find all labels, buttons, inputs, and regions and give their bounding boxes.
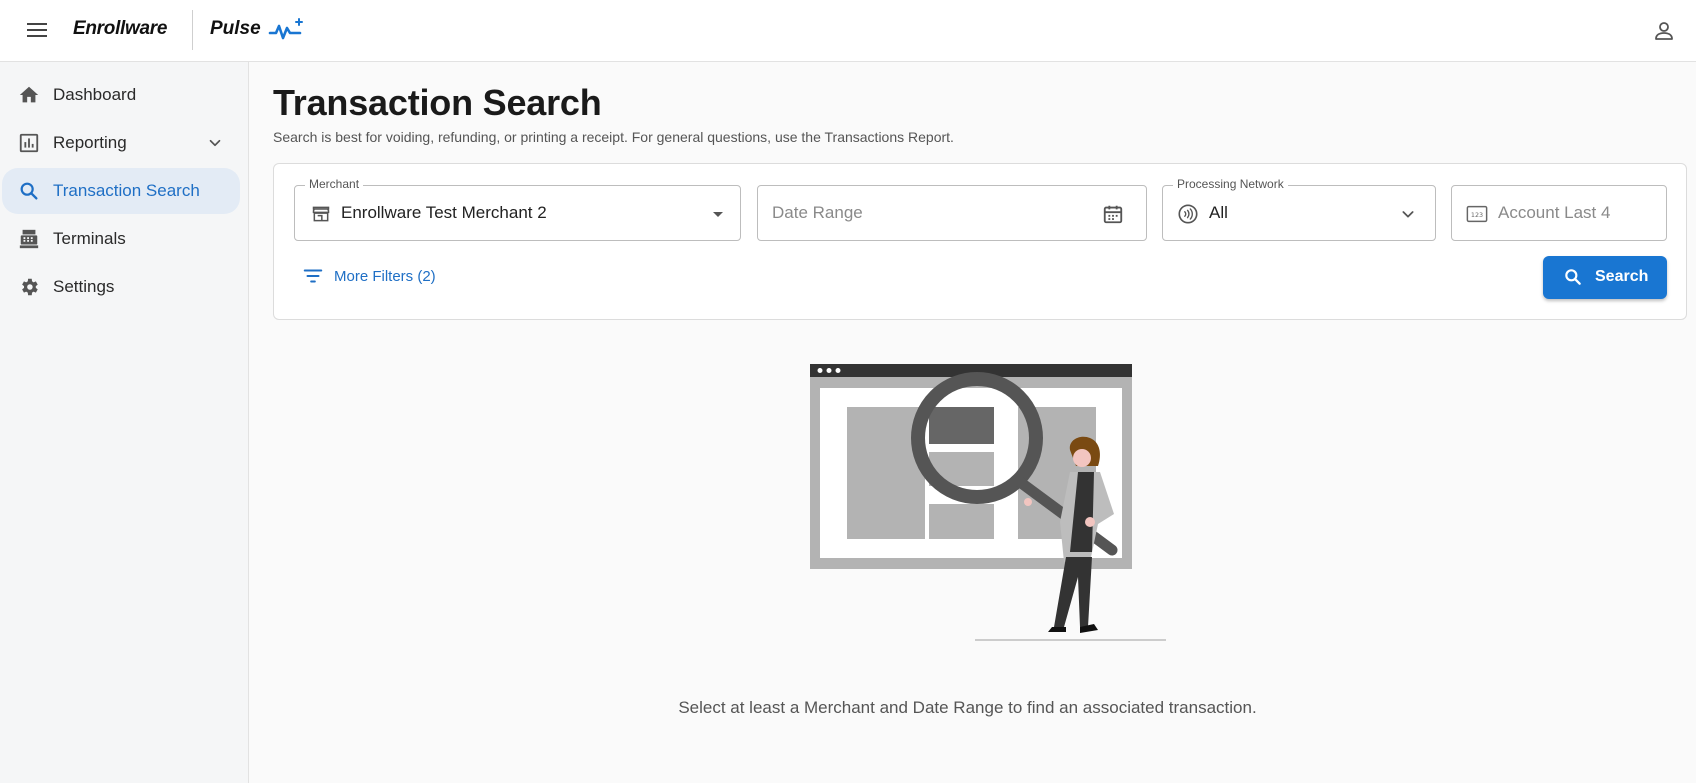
contactless-icon [1178,204,1198,224]
processing-network-select[interactable]: Processing Network All [1162,177,1436,241]
hamburger-menu-icon[interactable] [24,19,50,41]
account-last4-placeholder: Account Last 4 [1498,203,1611,222]
search-button-label: Search [1595,268,1649,285]
empty-state-text: Select at least a Merchant and Date Rang… [678,698,1257,717]
sidebar-item-label: Terminals [53,229,126,248]
sidebar-item-transaction-search[interactable]: Transaction Search [2,168,240,214]
filter-icon [303,269,323,283]
merchant-select[interactable]: Merchant Enrollware Test Merchant 2 [294,177,741,241]
number-pad-icon: 123 [1466,205,1488,223]
chevron-down-icon [1402,211,1414,218]
date-range-field[interactable]: Date Range [757,185,1147,241]
top-app-bar: Enrollware Pulse [0,0,1696,62]
date-range-placeholder: Date Range [772,203,863,222]
page-subtitle: Search is best for voiding, refunding, o… [273,129,954,145]
sidebar-item-label: Reporting [53,133,127,152]
account-icon[interactable] [1652,19,1676,43]
store-icon [312,206,330,222]
page-title: Transaction Search [273,82,602,123]
chevron-down-icon[interactable] [206,134,224,152]
filter-card: Merchant Enrollware Test Merchant 2 Date… [273,163,1687,320]
empty-state-illustration [810,364,1166,641]
svg-text:123: 123 [1471,211,1483,219]
processing-network-value: All [1209,203,1228,222]
sidebar-item-label: Dashboard [53,85,137,104]
merchant-value: Enrollware Test Merchant 2 [341,203,547,222]
processing-network-label: Processing Network [1173,177,1288,191]
brand-logo: Enrollware [73,18,168,39]
sidebar-item-label: Settings [53,277,115,296]
bar-chart-icon [19,133,39,153]
pulse-wave-icon [268,18,303,40]
sidebar-nav: Dashboard Reporting Transaction Search T… [0,62,249,783]
search-icon [1565,269,1581,285]
caret-down-icon [713,212,723,217]
calendar-icon[interactable] [1102,203,1124,225]
sidebar-item-label: Transaction Search [53,181,200,200]
empty-state-message: Select at least a Merchant and Date Rang… [0,698,1696,718]
gear-icon [22,278,38,296]
sidebar-item-settings[interactable]: Settings [2,264,240,310]
account-last4-field[interactable]: 123 Account Last 4 [1451,185,1667,241]
product-name: Pulse [210,18,261,39]
brand-divider [192,10,193,50]
sidebar-item-dashboard[interactable]: Dashboard [2,72,240,118]
more-filters-label: More Filters (2) [334,267,436,285]
search-button[interactable]: Search [1543,256,1667,299]
merchant-label: Merchant [305,177,364,191]
search-icon [20,182,38,200]
sidebar-item-reporting[interactable]: Reporting [2,120,240,166]
terminal-icon [19,229,39,249]
home-icon [19,86,39,103]
sidebar-item-terminals[interactable]: Terminals [2,216,240,262]
more-filters-button[interactable]: More Filters (2) [302,262,436,290]
